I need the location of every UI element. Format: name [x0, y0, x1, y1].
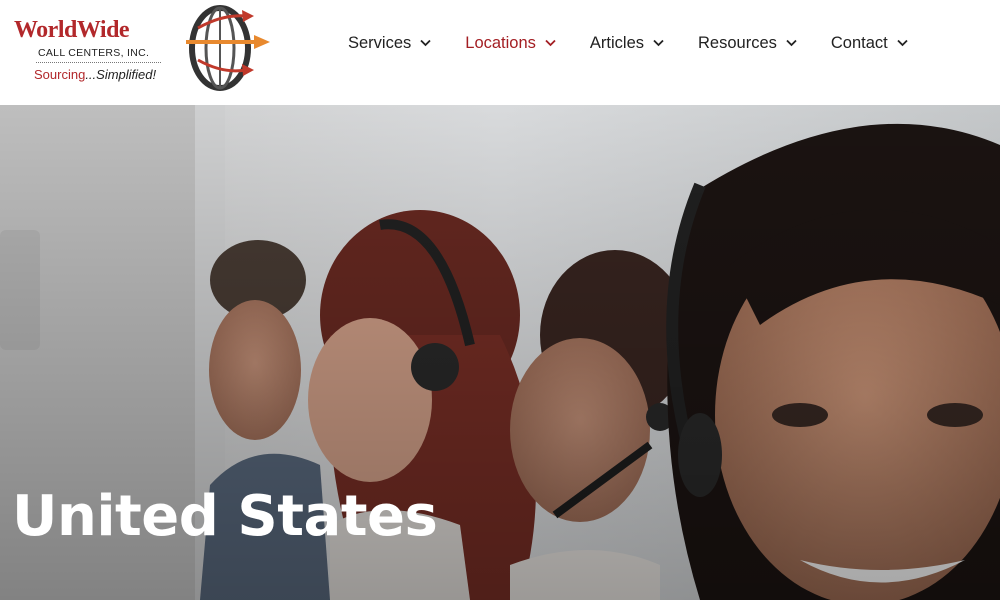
nav-item-contact[interactable]: Contact: [831, 34, 908, 53]
chevron-down-icon: [897, 39, 908, 47]
company-logo[interactable]: WorldWide CALL CENTERS, INC. Sourcing...…: [8, 4, 278, 92]
nav-item-label: Resources: [698, 33, 777, 52]
nav-item-label: Contact: [830, 33, 888, 52]
nav-item-services[interactable]: Services: [348, 34, 431, 53]
logo-subtitle: CALL CENTERS, INC.: [38, 47, 150, 59]
logo-wordmark: WorldWide: [14, 17, 130, 43]
logo-tagline: Sourcing...Simplified!: [34, 67, 156, 82]
site-header: WorldWide CALL CENTERS, INC. Sourcing...…: [0, 0, 1000, 105]
nav-item-articles[interactable]: Articles: [590, 34, 664, 53]
nav-item-resources[interactable]: Resources: [698, 34, 797, 53]
chevron-down-icon: [545, 39, 556, 47]
chevron-down-icon: [653, 39, 664, 47]
page-title: United States: [12, 484, 438, 549]
chevron-down-icon: [786, 39, 797, 47]
logo-tagline-rest: ...Simplified!: [85, 67, 157, 82]
main-nav: Services Locations Articles Resources Co…: [348, 30, 908, 56]
logo-divider: [36, 62, 161, 63]
nav-item-label: Articles: [589, 33, 645, 52]
chevron-down-icon: [420, 39, 431, 47]
nav-item-locations[interactable]: Locations: [465, 34, 556, 53]
nav-item-label: Locations: [465, 33, 536, 52]
logo-tagline-first: Sourcing: [34, 67, 86, 82]
nav-item-label: Services: [348, 33, 412, 52]
hero-banner: United States: [0, 105, 1000, 600]
